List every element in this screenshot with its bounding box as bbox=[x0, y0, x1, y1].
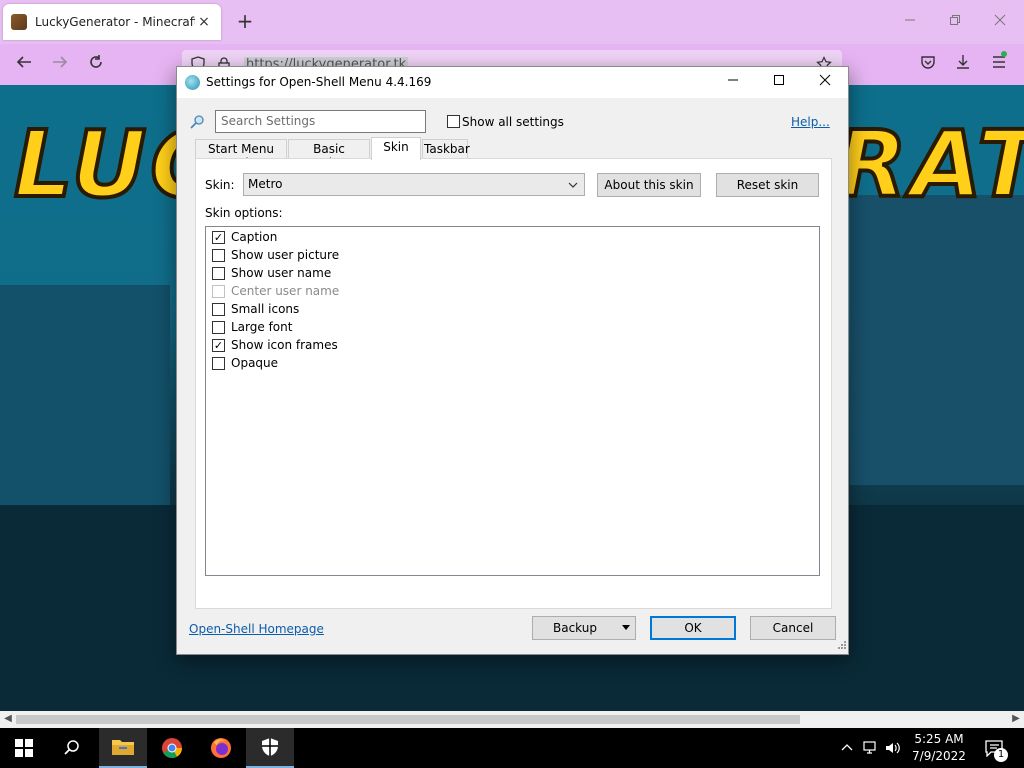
new-tab-button[interactable]: + bbox=[234, 10, 256, 32]
pocket-icon[interactable] bbox=[916, 53, 940, 77]
chevron-down-icon bbox=[568, 176, 578, 193]
tab-start-menu-style[interactable]: Start Menu Style bbox=[195, 139, 287, 170]
downloads-icon[interactable] bbox=[951, 53, 975, 77]
open-shell-homepage-link[interactable]: Open-Shell Homepage bbox=[189, 622, 324, 636]
background-building bbox=[850, 195, 1024, 485]
ok-button[interactable]: OK bbox=[650, 616, 736, 640]
chrome-icon bbox=[162, 738, 182, 758]
large-font-checkbox[interactable] bbox=[212, 321, 225, 334]
skin-options-list: ✓ Caption Show user picture Show user na… bbox=[205, 226, 820, 576]
firefox-button[interactable] bbox=[197, 728, 245, 768]
caption-label[interactable]: Caption bbox=[231, 230, 277, 244]
search-taskbar-button[interactable] bbox=[48, 728, 96, 768]
windows-logo-icon bbox=[15, 739, 33, 757]
show-icon-frames-label[interactable]: Show icon frames bbox=[231, 338, 338, 352]
skin-select[interactable]: Metro bbox=[243, 173, 585, 196]
dialog-close-button[interactable] bbox=[802, 67, 848, 98]
center-user-name-label: Center user name bbox=[231, 284, 340, 298]
firefox-icon bbox=[211, 738, 231, 758]
opaque-label[interactable]: Opaque bbox=[231, 356, 278, 370]
tab-skin[interactable]: Skin bbox=[371, 137, 421, 160]
shield-icon bbox=[262, 738, 278, 756]
dropdown-arrow-icon bbox=[621, 617, 631, 639]
close-tab-icon[interactable]: × bbox=[195, 14, 213, 30]
dialog-title: Settings for Open-Shell Menu 4.4.169 bbox=[206, 75, 432, 89]
caption-checkbox[interactable]: ✓ bbox=[212, 231, 225, 244]
about-skin-button[interactable]: About this skin bbox=[597, 173, 701, 197]
large-font-label[interactable]: Large font bbox=[231, 320, 292, 334]
file-explorer-button[interactable] bbox=[99, 728, 147, 768]
back-button[interactable] bbox=[12, 53, 36, 77]
search-settings-input[interactable]: Search Settings bbox=[215, 110, 426, 133]
site-favicon-icon bbox=[11, 14, 27, 30]
site-logo-right: RAT bbox=[834, 109, 1024, 220]
browser-tab[interactable]: LuckyGenerator - Minecraft Lic × bbox=[3, 4, 221, 40]
browser-tab-bar: LuckyGenerator - Minecraft Lic × + bbox=[0, 0, 1024, 44]
volume-button[interactable] bbox=[883, 728, 903, 768]
tab-taskbar[interactable]: Taskbar bbox=[422, 139, 470, 159]
hamburger-menu-icon[interactable] bbox=[987, 51, 1011, 77]
clock-date: 7/9/2022 bbox=[912, 749, 966, 763]
show-icon-frames-checkbox[interactable]: ✓ bbox=[212, 339, 225, 352]
tab-basic-settings[interactable]: Basic Settings bbox=[288, 139, 370, 170]
cancel-button[interactable]: Cancel bbox=[750, 616, 836, 640]
backup-button[interactable]: Backup bbox=[532, 616, 636, 640]
open-shell-icon bbox=[185, 75, 200, 90]
windows-taskbar: 5:25 AM 7/9/2022 1 bbox=[0, 728, 1024, 768]
skin-select-value: Metro bbox=[248, 177, 283, 191]
show-user-name-label[interactable]: Show user name bbox=[231, 266, 331, 280]
chrome-button[interactable] bbox=[148, 728, 196, 768]
show-hidden-icons-button[interactable] bbox=[836, 728, 858, 768]
show-all-settings-label[interactable]: Show all settings bbox=[462, 115, 564, 129]
update-dot-icon bbox=[1001, 51, 1007, 57]
network-icon bbox=[863, 741, 876, 754]
search-icon bbox=[189, 114, 205, 130]
show-all-settings-checkbox[interactable] bbox=[447, 115, 460, 128]
show-user-name-checkbox[interactable] bbox=[212, 267, 225, 280]
small-icons-checkbox[interactable] bbox=[212, 303, 225, 316]
folder-icon bbox=[112, 740, 134, 755]
show-user-picture-checkbox[interactable] bbox=[212, 249, 225, 262]
start-button[interactable] bbox=[0, 728, 48, 768]
restore-window-button[interactable] bbox=[943, 10, 967, 34]
network-button[interactable] bbox=[860, 728, 882, 768]
show-user-picture-label[interactable]: Show user picture bbox=[231, 248, 339, 262]
backup-button-label: Backup bbox=[553, 621, 597, 635]
reset-skin-button[interactable]: Reset skin bbox=[716, 173, 819, 197]
small-icons-label[interactable]: Small icons bbox=[231, 302, 299, 316]
help-link[interactable]: Help... bbox=[791, 115, 830, 129]
system-clock[interactable]: 5:25 AM 7/9/2022 bbox=[902, 731, 976, 765]
notification-count-badge: 1 bbox=[994, 748, 1008, 762]
scrollbar-thumb[interactable] bbox=[16, 715, 800, 724]
horizontal-scrollbar[interactable]: ◀ ▶ bbox=[0, 711, 1024, 728]
opaque-checkbox[interactable] bbox=[212, 357, 225, 370]
security-app-button[interactable] bbox=[246, 728, 294, 768]
minimize-window-button[interactable] bbox=[898, 10, 922, 34]
scroll-left-icon[interactable]: ◀ bbox=[1, 712, 15, 726]
resize-grip-icon[interactable] bbox=[836, 638, 846, 652]
dialog-title-bar[interactable]: Settings for Open-Shell Menu 4.4.169 bbox=[177, 67, 848, 98]
skin-options-label: Skin options: bbox=[205, 206, 283, 220]
center-user-name-checkbox bbox=[212, 285, 225, 298]
chevron-up-icon bbox=[841, 744, 853, 751]
notifications-button[interactable]: 1 bbox=[980, 728, 1010, 768]
dialog-maximize-button[interactable] bbox=[756, 67, 802, 98]
reload-button[interactable] bbox=[84, 53, 108, 77]
search-icon bbox=[64, 740, 79, 755]
forward-button[interactable] bbox=[48, 53, 72, 77]
skin-tab-panel: Skin: Metro About this skin Reset skin S… bbox=[195, 158, 832, 609]
speaker-icon bbox=[886, 742, 900, 754]
scroll-right-icon[interactable]: ▶ bbox=[1009, 712, 1023, 726]
skin-label: Skin: bbox=[205, 178, 235, 192]
close-window-button[interactable] bbox=[988, 10, 1012, 34]
dialog-minimize-button[interactable] bbox=[710, 67, 756, 98]
clock-time: 5:25 AM bbox=[914, 732, 964, 746]
browser-tab-title: LuckyGenerator - Minecraft Lic bbox=[35, 15, 195, 29]
settings-dialog: Settings for Open-Shell Menu 4.4.169 Sea… bbox=[176, 66, 849, 655]
